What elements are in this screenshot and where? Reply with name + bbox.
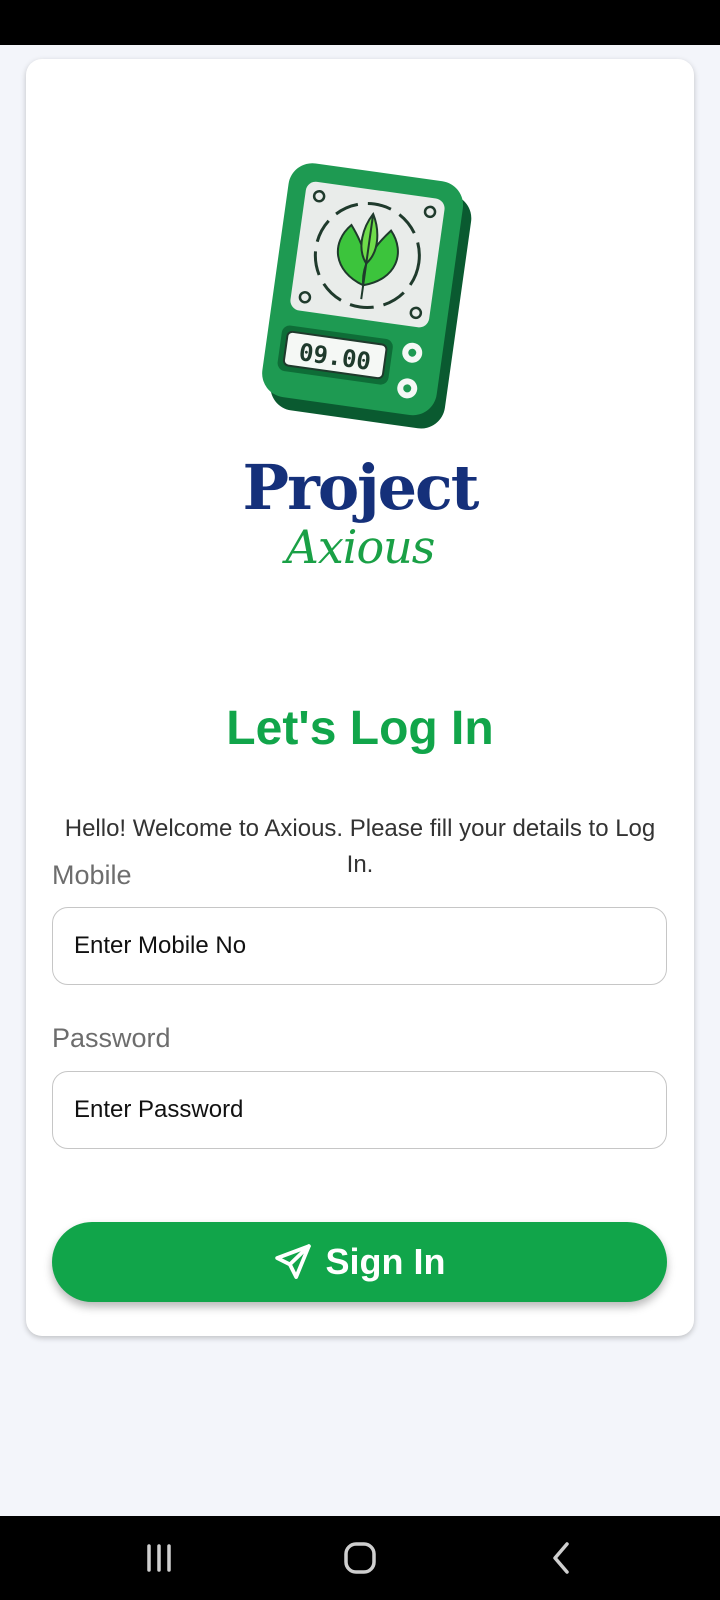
scale-logo-icon: 09.00 [262,163,472,429]
welcome-subtitle: Hello! Welcome to Axious. Please fill yo… [64,815,656,878]
login-card: 09.00 Project Axious Let's Log In Hello!… [26,59,694,1336]
password-label: Password [52,1023,171,1053]
brand-title-axious: Axious [285,520,436,574]
mobile-input[interactable] [52,907,667,985]
system-navigation-bar [0,1516,720,1600]
mobile-label: Mobile [52,860,132,890]
sign-in-label: Sign In [325,1241,446,1282]
brand-title-project: Project [242,451,480,524]
page-title: Let's Log In [226,702,494,755]
password-input[interactable] [52,1071,667,1149]
status-bar [0,0,720,45]
home-icon[interactable] [335,1538,385,1578]
recent-apps-icon[interactable] [134,1538,184,1578]
back-icon[interactable] [537,1538,587,1578]
sign-in-button[interactable]: Sign In [52,1222,667,1302]
paper-plane-icon [274,1244,311,1279]
